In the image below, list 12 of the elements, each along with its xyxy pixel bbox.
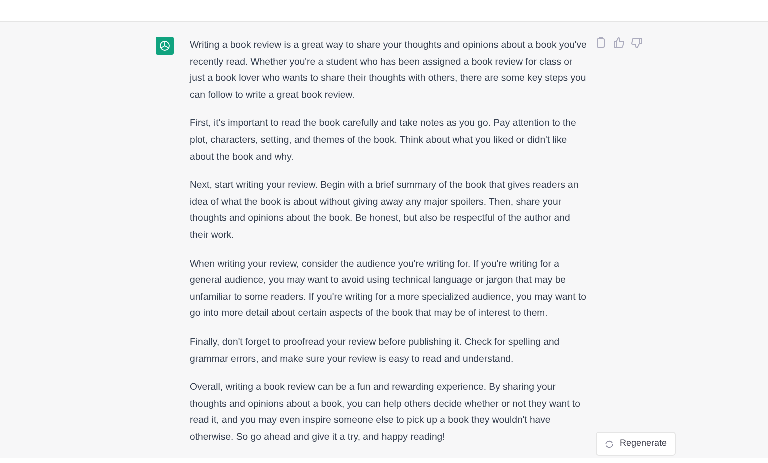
message-paragraph: Overall, writing a book review can be a fun and rewarding experience. By sharing your thoughts and opinions about a book, you can help others decide whether or not they want to read it, and you may even inspire someone else to pick up a book they wouldn't have otherwise. So go ahead and give it a try, and happy reading!	[190, 381, 582, 445]
refresh-icon	[605, 440, 614, 448]
copy-icon[interactable]	[595, 37, 607, 49]
assistant-avatar-icon	[156, 37, 174, 55]
message-paragraph: Next, start writing your review. Begin with a brief summary of the book that gives readers an idea of what the book is about without giving away any major spoilers. Then, share your thoughts and opinions about the book. Be honest, but also be respectful of the author and their work.	[190, 179, 580, 243]
message-paragraph: First, it's important to read the book carefully and take notes as you go. Pay attention to the plot, characters, setting, and themes of the book. Think about what you liked or didn't like about the book and why.	[190, 117, 578, 165]
message-paragraph: Writing a book review is a great way to share your thoughts and opinions about a book you've recently read. Whether you're a student who has been assigned a book review for class or just a book lover who wants to share their thoughts with others, there are some key steps you can follow to write a great book review.	[190, 39, 588, 103]
message-paragraph: Finally, don't forget to proofread your review before publishing it. Check for spelling and grammar errors, and make sure your review is easy to read and understand.	[190, 336, 561, 366]
regenerate-button[interactable]: Regenerate	[596, 432, 676, 456]
message-paragraph: When writing your review, consider the audience you're writing for. If you're writing for a general audience, you may want to avoid using technical language or jargon that may be unfamiliar to some readers. If you're writing for a more specialized audience, you may want to go into more detail about certain aspects of the book that may be of interest to them.	[190, 258, 588, 322]
thumbs-down-icon[interactable]	[631, 37, 643, 49]
thumbs-up-icon[interactable]	[613, 37, 625, 49]
